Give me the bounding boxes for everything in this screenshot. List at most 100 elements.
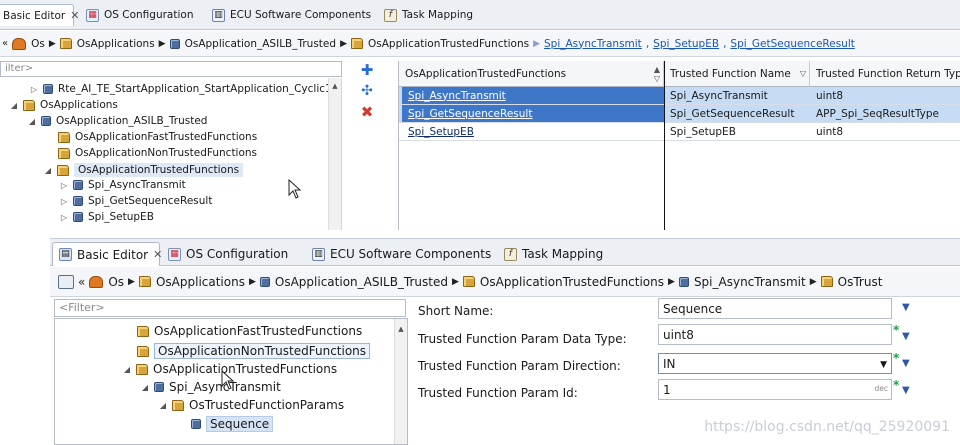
breadcrumb-item-asilb-trusted[interactable]: OsApplication_ASILB_Trusted (259, 275, 448, 289)
tree-item-trusted-functions[interactable]: ◢ OsApplicationTrustedFunctions (44, 163, 244, 177)
chevron-down-icon[interactable]: ▼ (902, 331, 910, 342)
folder-icon (820, 276, 833, 287)
direction-select[interactable]: IN ▼ (658, 353, 892, 374)
tree-item-spi-getsequenceresult[interactable]: ▷ Spi_GetSequenceResult (60, 195, 213, 207)
task-mapping-icon: f (504, 247, 517, 261)
tree-item-ostrusted-function-params[interactable]: ◢ OsTrustedFunctionParams (159, 398, 344, 412)
expand-icon[interactable]: ▷ (60, 197, 68, 206)
chevron-down-icon[interactable]: ▼ (902, 302, 910, 313)
tab-os-configuration[interactable]: ▦ OS Configuration (162, 242, 294, 266)
breadcrumb-item-asilb-trusted[interactable]: OsApplication_ASILB_Trusted (169, 38, 336, 50)
table-cell[interactable]: Spi_GetSequenceResult (664, 105, 810, 123)
sort-icon[interactable]: ▽ (800, 69, 806, 78)
tree-scrollbar[interactable]: ▲ (394, 319, 407, 444)
delete-icon[interactable]: ✖ (361, 104, 374, 120)
table-cell[interactable]: Spi_SetupEB (402, 123, 664, 141)
tab-os-configuration[interactable]: ▦ OS Configuration (80, 4, 199, 26)
add-multiple-icon[interactable]: ✣ (361, 83, 373, 99)
collapse-icon[interactable]: ◢ (159, 401, 167, 410)
table-cell[interactable]: Spi_SetupEB (664, 123, 810, 141)
breadcrumb-item-spi-asynctransmit[interactable]: Spi_AsyncTransmit (678, 275, 806, 289)
tab-ecu-software-components[interactable]: ▥ ECU Software Components (206, 4, 377, 26)
container-icon (73, 196, 83, 206)
close-icon[interactable]: ✕ (153, 248, 162, 261)
data-type-field[interactable]: uint8 (658, 324, 892, 345)
scroll-up-icon[interactable]: ▲ (329, 82, 341, 90)
tab-ecu-software-components[interactable]: ▥ ECU Software Components (306, 242, 497, 266)
chevron-right-icon: ▶ (533, 38, 540, 49)
chevron-right-icon: ▶ (809, 276, 817, 287)
required-marker-icon: * (893, 351, 900, 365)
tree-item-osapplications[interactable]: ◢ OsApplications (10, 99, 118, 111)
bottom-editor-panel: ▤ Basic Editor ✕ ▦ OS Configuration ▥ EC… (50, 238, 960, 445)
tree-item-sequence[interactable]: Sequence (191, 416, 274, 432)
breadcrumb-item-osapplications[interactable]: OsApplications (59, 38, 155, 50)
editor-icon: ▤ (59, 248, 72, 261)
chevron-down-icon[interactable]: ▼ (902, 358, 910, 369)
breadcrumb-item-trusted-functions[interactable]: OsApplicationTrustedFunctions (350, 38, 529, 50)
collapse-icon[interactable]: ◢ (10, 101, 18, 110)
navigation-menu-icon[interactable] (58, 274, 74, 289)
tree-item-rte-event[interactable]: ▷ Rte_AI_TE_StartApplication_StartApplic… (30, 83, 341, 95)
folder-icon (172, 399, 184, 411)
add-icon[interactable]: ✚ (361, 62, 374, 78)
breadcrumb-item-osapplications[interactable]: OsApplications (138, 275, 245, 289)
tree-view: ▷ Rte_AI_TE_StartApplication_StartApplic… (0, 78, 342, 230)
collapse-icon[interactable]: ◢ (44, 166, 52, 175)
bottom-tab-bar: ▤ Basic Editor ✕ ▦ OS Configuration ▥ EC… (50, 238, 960, 266)
table-cell[interactable]: Spi_AsyncTransmit (402, 87, 664, 105)
tab-basic-editor[interactable]: ▤ Basic Editor ✕ (52, 242, 162, 266)
table-cell[interactable]: APP_Spi_SeqResultType (810, 105, 960, 123)
tree-item-spi-asynctransmit[interactable]: ◢ Spi_AsyncTransmit (141, 380, 281, 394)
table-cell[interactable]: uint8 (810, 123, 960, 141)
table-cell[interactable]: Spi_GetSequenceResult (402, 105, 664, 123)
folder-icon (462, 276, 475, 287)
breadcrumb-link-spi-asynctransmit[interactable]: Spi_AsyncTransmit (544, 38, 642, 50)
scroll-up-icon[interactable]: ▲ (395, 325, 407, 333)
filter-input[interactable]: <Filter> (54, 299, 406, 317)
tab-task-mapping[interactable]: f Task Mapping (378, 4, 479, 26)
column-header-trusted-functions[interactable]: OsApplicationTrustedFunctions ▲ ▽ (399, 61, 664, 87)
tree-item-non-trusted-functions[interactable]: OsApplicationNonTrustedFunctions (58, 147, 257, 159)
tree-item-non-trusted-functions[interactable]: OsApplicationNonTrustedFunctions (137, 343, 371, 359)
expand-icon[interactable]: ▷ (30, 85, 38, 94)
tree-item-spi-setupeb[interactable]: ▷ Spi_SetupEB (60, 211, 154, 223)
collapse-icon[interactable]: ◢ (123, 365, 131, 374)
column-header-return-type[interactable]: Trusted Function Return Type (810, 61, 960, 87)
table-cell[interactable]: Spi_AsyncTransmit (664, 87, 810, 105)
breadcrumb-item-os[interactable]: Os (89, 275, 124, 289)
chevron-right-icon: ▶ (158, 38, 166, 49)
chevron-right-icon: ▶ (451, 276, 459, 287)
nav-back-icon[interactable]: « (2, 38, 8, 49)
container-icon (678, 276, 689, 287)
short-name-field[interactable]: Sequence (658, 298, 892, 319)
collapse-icon[interactable]: ◢ (28, 117, 36, 126)
collapse-icon[interactable]: ◢ (141, 383, 149, 392)
nav-back-icon[interactable]: « (78, 275, 85, 289)
dropdown-arrow-icon[interactable]: ▼ (880, 360, 887, 370)
filter-input[interactable]: ilter> (0, 61, 342, 77)
close-icon[interactable]: ✕ (70, 9, 79, 22)
tree-item-spi-asynctransmit[interactable]: ▷ Spi_AsyncTransmit (60, 179, 186, 191)
param-id-field[interactable]: 1 dec (658, 379, 892, 400)
tree-item-fast-trusted-functions[interactable]: OsApplicationFastTrustedFunctions (58, 131, 257, 143)
breadcrumb-item-os[interactable]: Os (12, 37, 45, 50)
tree-item-fast-trusted-functions[interactable]: OsApplicationFastTrustedFunctions (137, 324, 362, 338)
expand-icon[interactable]: ▷ (60, 213, 68, 222)
tab-basic-editor[interactable]: Basic Editor ✕ (0, 4, 79, 26)
breadcrumb-item-trusted-functions[interactable]: OsApplicationTrustedFunctions (462, 275, 664, 289)
breadcrumb: « Os ▶ OsApplications ▶ OsApplication_AS… (50, 267, 960, 297)
chevron-down-icon[interactable]: ▼ (902, 385, 910, 396)
breadcrumb-link-spi-setupeb[interactable]: Spi_SetupEB (653, 38, 719, 50)
sort-icon[interactable]: ▲ ▽ (654, 65, 660, 83)
tree-view: OsApplicationFastTrustedFunctions OsAppl… (54, 318, 408, 445)
column-header-function-name[interactable]: Trusted Function Name ▽ (664, 61, 810, 87)
container-icon (191, 419, 201, 429)
breadcrumb-link-spi-getsequenceresult[interactable]: Spi_GetSequenceResult (730, 38, 854, 50)
expand-icon[interactable]: ▷ (60, 181, 68, 190)
table-cell[interactable]: uint8 (810, 87, 960, 105)
tree-item-asilb-trusted[interactable]: ◢ OsApplication_ASILB_Trusted (28, 115, 208, 127)
breadcrumb-item-ostrusted-params[interactable]: OsTrust (820, 275, 882, 289)
tree-scrollbar[interactable]: ▲ (328, 78, 341, 230)
tab-task-mapping[interactable]: f Task Mapping (498, 242, 609, 266)
